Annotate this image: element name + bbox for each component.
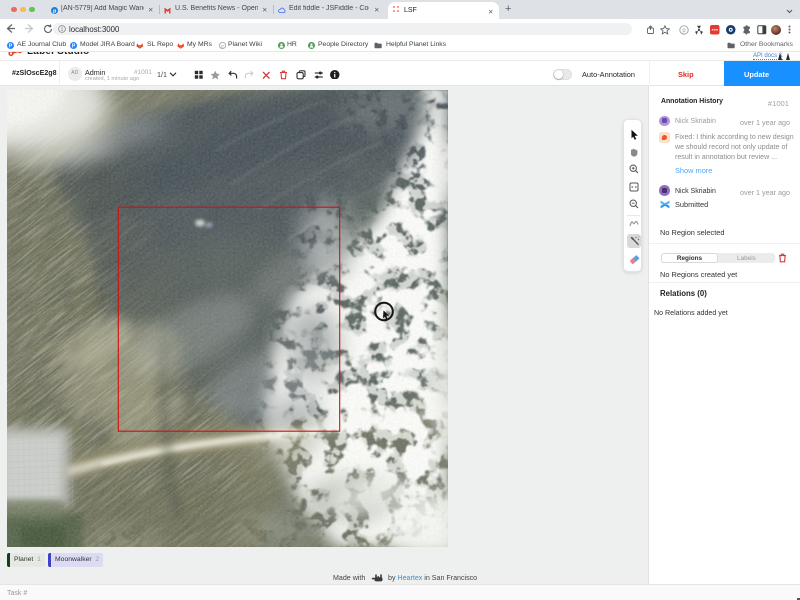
svg-text:p: p <box>682 28 686 34</box>
svg-text:p: p <box>221 43 224 48</box>
